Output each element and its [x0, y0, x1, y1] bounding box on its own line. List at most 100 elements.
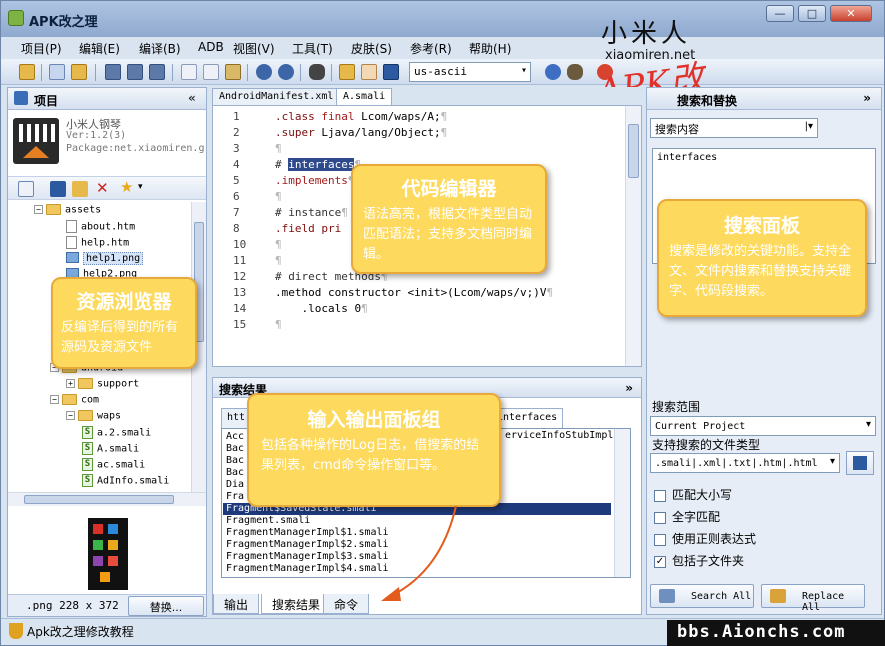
folder-icon[interactable] — [339, 64, 355, 80]
menu-skin[interactable]: 皮肤(S) — [351, 40, 392, 57]
open-folder-icon[interactable] — [72, 181, 88, 197]
option-checkbox[interactable]: 使用正则表达式 — [654, 530, 756, 547]
result-row[interactable]: FragmentManagerImpl$1.smali — [226, 527, 389, 539]
tree-item[interactable]: Sac.smali — [82, 458, 145, 474]
chevron-down-icon[interactable]: ▾ — [138, 182, 143, 192]
open-folder-icon[interactable] — [19, 64, 35, 80]
result-row[interactable]: Dia — [226, 479, 244, 491]
save-all-icon[interactable] — [149, 64, 165, 80]
java-icon[interactable] — [361, 64, 377, 80]
menu-reference[interactable]: 参考(R) — [410, 40, 452, 57]
collapse-icon[interactable]: « — [188, 91, 196, 105]
replace-all-button[interactable]: Replace All — [761, 584, 865, 613]
save-icon[interactable] — [105, 64, 121, 80]
checkbox-checked-icon[interactable]: ✓ — [654, 555, 666, 568]
undo-icon[interactable] — [256, 64, 272, 80]
tree-item[interactable]: S A.smali — [82, 442, 139, 458]
code-line[interactable]: ¶ — [275, 318, 282, 331]
option-checkbox[interactable]: ✓ 包括子文件夹 — [654, 552, 744, 569]
option-checkbox[interactable]: 匹配大小写 — [654, 486, 732, 503]
find-icon[interactable] — [309, 64, 325, 80]
code-line[interactable]: ¶ — [275, 142, 282, 155]
tree-item[interactable]: − waps — [66, 410, 121, 426]
encoding-select[interactable]: us-ascii ▾ — [409, 62, 531, 82]
result-row[interactable]: FragmentManagerImpl$3.smali — [226, 551, 389, 563]
menu-help[interactable]: 帮助(H) — [469, 40, 511, 57]
star-icon[interactable]: ★ — [120, 178, 133, 196]
tree-item[interactable]: − assets — [34, 204, 101, 220]
checkbox-icon[interactable] — [654, 489, 666, 502]
file-types-button[interactable] — [846, 451, 874, 475]
result-row[interactable]: Bac — [226, 467, 244, 479]
menu-edit[interactable]: 编辑(E) — [79, 40, 120, 57]
minimize-button[interactable]: — — [766, 5, 794, 22]
expand-icon[interactable]: + — [66, 379, 75, 388]
menu-view[interactable]: 视图(V) — [233, 40, 275, 57]
menu-adb[interactable]: ADB — [198, 40, 224, 54]
collapse-icon[interactable]: » — [863, 91, 871, 105]
search-all-button[interactable]: Search All — [650, 584, 754, 608]
scroll-thumb[interactable] — [24, 495, 174, 504]
search-mode-select[interactable]: 搜索内容 |▾ — [650, 118, 818, 138]
tree-item[interactable]: Sa.2.smali — [82, 426, 151, 442]
checkbox-icon[interactable] — [654, 533, 666, 546]
help-icon[interactable] — [545, 64, 561, 80]
result-row[interactable]: FragmentManagerImpl$2.smali — [226, 539, 389, 551]
menu-project[interactable]: 项目(P) — [21, 40, 62, 57]
checkbox-icon[interactable] — [654, 511, 666, 524]
code-line[interactable]: # interfaces¶ — [275, 158, 361, 171]
tab-a-smali[interactable]: A.smali — [336, 88, 393, 105]
collapse-icon[interactable]: − — [34, 205, 43, 214]
copy-icon[interactable] — [181, 64, 197, 80]
decompile-icon[interactable] — [50, 181, 66, 197]
result-row[interactable]: Fra — [226, 491, 244, 503]
tab-output[interactable]: 输出 — [213, 594, 260, 614]
tab-android-manifest[interactable]: AndroidManifest.xml — [212, 88, 341, 105]
code-line[interactable]: .class final Lcom/waps/A;¶ — [275, 110, 447, 123]
collapse-icon[interactable]: » — [625, 381, 633, 395]
results-scrollbar[interactable] — [614, 429, 630, 577]
result-row[interactable]: FragmentManagerImpl$4.smali — [226, 563, 389, 575]
code-line[interactable]: .implements¶ — [275, 174, 354, 187]
decompile-icon[interactable] — [383, 64, 399, 80]
result-row[interactable]: Bac — [226, 455, 244, 467]
replace-image-button[interactable]: 替换... — [128, 596, 204, 616]
scope-select[interactable]: Current Project ▾ — [650, 416, 876, 436]
code-line[interactable]: ¶ — [275, 254, 282, 267]
close-button[interactable]: ✕ — [830, 5, 872, 22]
tree-item[interactable]: S AdInfo.smali — [82, 474, 169, 490]
editor-scrollbar[interactable] — [625, 106, 641, 366]
result-row[interactable]: Acc — [226, 431, 244, 443]
tree-item[interactable]: about.htm — [66, 220, 135, 236]
cut-icon[interactable] — [203, 64, 219, 80]
scroll-thumb[interactable] — [628, 124, 639, 178]
result-row[interactable]: Fragment.smali — [226, 515, 310, 527]
tree-item[interactable]: + support — [66, 378, 139, 394]
code-line[interactable]: .method constructor <init>(Lcom/waps/v;)… — [275, 286, 553, 299]
menu-tools[interactable]: 工具(T) — [292, 40, 333, 57]
tab-search-results[interactable]: 搜索结果 — [261, 594, 332, 614]
tree-item[interactable]: − com — [50, 394, 99, 410]
collapse-icon[interactable]: − — [50, 395, 59, 404]
file-types-select[interactable]: .smali|.xml|.txt|.htm|.html ▾ — [650, 453, 840, 473]
code-line[interactable]: ¶ — [275, 238, 282, 251]
delete-icon[interactable]: ✕ — [96, 179, 109, 197]
code-line[interactable]: .super Ljava/lang/Object;¶ — [275, 126, 447, 139]
option-checkbox[interactable]: 全字匹配 — [654, 508, 720, 525]
tree-hscrollbar[interactable] — [8, 492, 206, 506]
collapse-icon[interactable]: − — [66, 411, 75, 420]
redo-icon[interactable] — [278, 64, 294, 80]
result-tab-interfaces[interactable]: interfaces — [491, 408, 564, 428]
code-line[interactable]: ¶ — [275, 190, 282, 203]
paste-icon[interactable] — [225, 64, 241, 80]
bug-icon[interactable] — [567, 64, 583, 80]
code-line[interactable]: # instance¶ — [275, 206, 348, 219]
tab-command[interactable]: 命令 — [323, 594, 370, 614]
open-icon[interactable] — [71, 64, 87, 80]
save-as-icon[interactable] — [127, 64, 143, 80]
tree-item[interactable]: help1.png — [66, 251, 144, 268]
build-icon[interactable] — [49, 64, 65, 80]
tree-item[interactable]: help.htm — [66, 236, 129, 252]
code-line[interactable]: .locals 0¶ — [275, 302, 367, 315]
maximize-button[interactable]: □ — [798, 5, 826, 22]
